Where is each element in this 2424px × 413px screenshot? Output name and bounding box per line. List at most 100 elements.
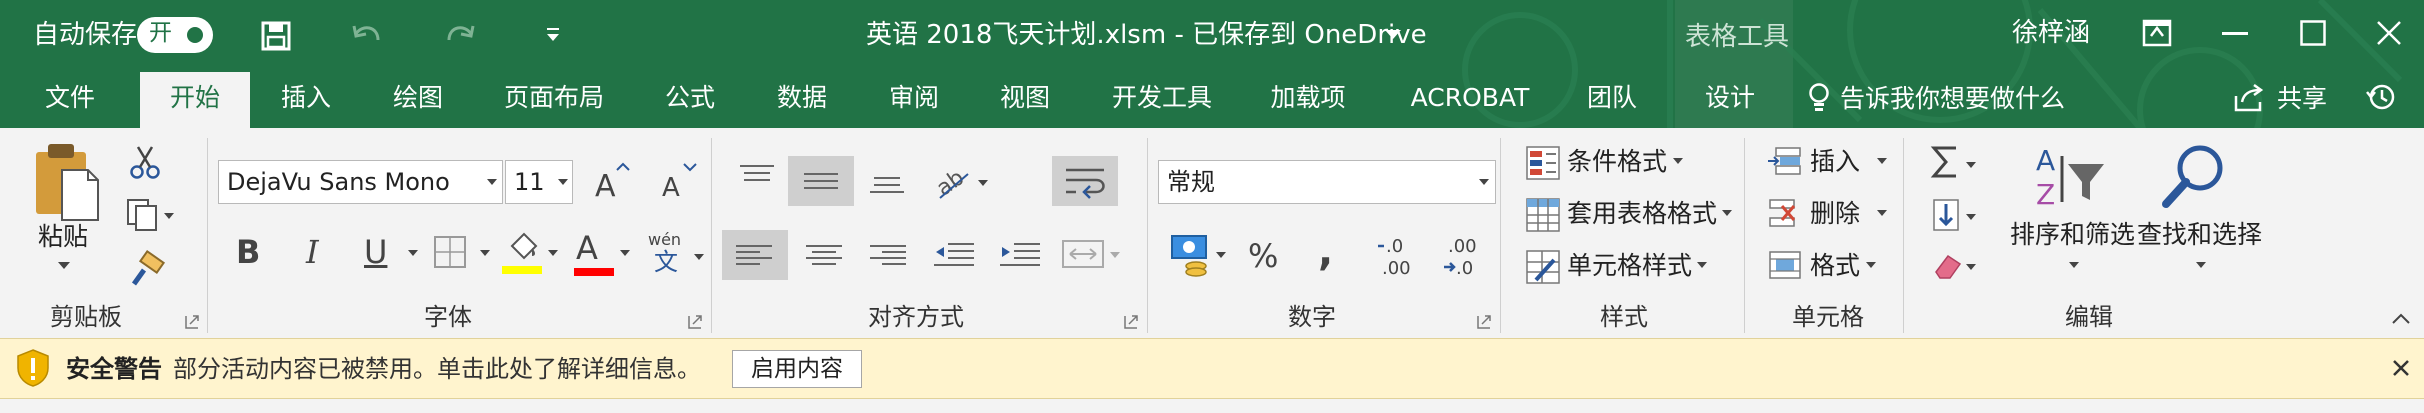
tab-home[interactable]: 开始 <box>140 72 250 128</box>
tab-formulas[interactable]: 公式 <box>650 68 730 128</box>
align-left-button[interactable] <box>722 230 788 280</box>
tell-me-search[interactable]: 告诉我你想要做什么 <box>1840 86 2065 111</box>
underline-chevron-down-icon[interactable] <box>408 250 418 257</box>
paste-label[interactable]: 粘贴 <box>38 224 88 249</box>
format-as-table-icon[interactable] <box>1526 198 1560 232</box>
cell-styles-chevron-down-icon[interactable] <box>1697 262 1707 269</box>
history-icon[interactable] <box>2366 82 2396 112</box>
bold-button[interactable]: B <box>236 236 260 268</box>
undo-icon[interactable] <box>352 22 382 50</box>
customize-toolbar-icon[interactable] <box>545 28 561 42</box>
tab-team[interactable]: 团队 <box>1572 68 1652 128</box>
title-chevron-down-icon[interactable] <box>1385 30 1401 40</box>
collapse-ribbon-chevron-up-icon[interactable] <box>2392 312 2410 324</box>
autosum-icon[interactable] <box>1930 146 1982 180</box>
save-icon[interactable] <box>261 21 291 51</box>
increase-decimal-icon[interactable]: .0 .00 <box>1376 234 1420 279</box>
fill-color-icon[interactable] <box>502 230 562 278</box>
font-size-combobox[interactable]: 11 <box>505 160 573 204</box>
find-select-chevron-down-icon[interactable] <box>2196 262 2206 269</box>
phonetic-guide-button[interactable]: wén 文 <box>646 232 706 280</box>
decrease-indent-icon[interactable] <box>934 242 974 268</box>
percent-style-button[interactable]: % <box>1248 240 1278 272</box>
share-label[interactable]: 共享 <box>2277 86 2327 111</box>
enable-content-button[interactable]: 启用内容 <box>732 350 862 388</box>
autosave-toggle[interactable]: 开 <box>137 17 213 53</box>
decrease-font-size-icon[interactable]: A <box>660 162 697 203</box>
bottom-align-icon[interactable] <box>870 174 904 194</box>
sort-filter-label[interactable]: 排序和筛选 <box>2010 222 2135 247</box>
alignment-dialog-launcher-icon[interactable] <box>1124 315 1138 329</box>
format-cells-icon[interactable] <box>1768 250 1802 280</box>
table-chevron-down-icon[interactable] <box>1722 210 1732 217</box>
conditional-formatting-icon[interactable] <box>1526 146 1560 180</box>
conditional-chevron-down-icon[interactable] <box>1673 158 1683 165</box>
cut-icon[interactable] <box>130 146 160 180</box>
user-name[interactable]: 徐梓涵 <box>2012 20 2090 46</box>
tab-review[interactable]: 审阅 <box>874 68 954 128</box>
tab-insert[interactable]: 插入 <box>266 68 346 128</box>
increase-indent-icon[interactable] <box>1000 242 1040 268</box>
tab-addins[interactable]: 加载项 <box>1260 68 1356 128</box>
find-select-icon[interactable] <box>2160 142 2230 212</box>
redo-icon[interactable] <box>445 22 475 50</box>
phonetic-chevron-down-icon[interactable] <box>694 254 704 261</box>
insert-cells-label[interactable]: 插入 <box>1810 149 1860 174</box>
close-warning-icon[interactable] <box>2392 359 2410 377</box>
minimize-icon[interactable] <box>2222 32 2248 36</box>
font-name-chevron-down-icon[interactable] <box>487 179 497 186</box>
borders-icon[interactable] <box>434 236 494 270</box>
paste-icon[interactable] <box>32 142 102 222</box>
fill-icon[interactable] <box>1932 198 1982 234</box>
tab-acrobat[interactable]: ACROBAT <box>1400 68 1540 128</box>
tab-design[interactable]: 设计 <box>1690 68 1770 128</box>
delete-cells-label[interactable]: 删除 <box>1810 201 1860 226</box>
cell-styles-icon[interactable] <box>1526 250 1560 284</box>
font-name-combobox[interactable]: DejaVu Sans Mono <box>218 160 503 204</box>
tab-view[interactable]: 视图 <box>985 68 1065 128</box>
increase-font-size-icon[interactable]: A <box>593 162 630 204</box>
tab-developer[interactable]: 开发工具 <box>1104 68 1220 128</box>
tab-file[interactable]: 文件 <box>30 68 110 128</box>
number-format-combobox[interactable]: 常规 <box>1158 160 1496 204</box>
tab-page-layout[interactable]: 页面布局 <box>496 68 612 128</box>
font-size-chevron-down-icon[interactable] <box>558 179 568 186</box>
format-chevron-down-icon[interactable] <box>1866 262 1876 269</box>
ribbon-display-options-icon[interactable] <box>2142 19 2172 47</box>
copy-icon[interactable] <box>126 198 176 232</box>
share-icon[interactable] <box>2234 83 2266 112</box>
underline-button[interactable]: U <box>364 236 387 268</box>
orientation-icon[interactable]: ab <box>932 162 994 202</box>
clear-icon[interactable] <box>1932 248 1982 282</box>
warning-message-link[interactable]: 部分活动内容已被禁用。单击此处了解详细信息。 <box>173 357 701 381</box>
cell-styles-label[interactable]: 单元格样式 <box>1567 253 1692 278</box>
insert-cells-icon[interactable] <box>1768 146 1802 176</box>
format-as-table-label[interactable]: 套用表格格式 <box>1567 201 1717 226</box>
italic-button[interactable]: I <box>306 236 319 268</box>
wrap-text-button[interactable] <box>1052 156 1118 206</box>
close-icon[interactable] <box>2376 20 2402 46</box>
conditional-formatting-label[interactable]: 条件格式 <box>1567 149 1667 174</box>
number-format-chevron-down-icon[interactable] <box>1479 179 1489 186</box>
delete-chevron-down-icon[interactable] <box>1877 210 1887 217</box>
find-select-label[interactable]: 查找和选择 <box>2137 222 2262 247</box>
insert-chevron-down-icon[interactable] <box>1877 158 1887 165</box>
font-color-button[interactable]: A <box>574 232 634 280</box>
format-cells-label[interactable]: 格式 <box>1810 253 1860 278</box>
align-center-icon[interactable] <box>806 244 842 266</box>
tab-draw[interactable]: 绘图 <box>378 68 458 128</box>
format-painter-icon[interactable] <box>130 249 166 288</box>
clipboard-dialog-launcher-icon[interactable] <box>185 315 199 329</box>
font-dialog-launcher-icon[interactable] <box>688 315 702 329</box>
accounting-format-icon[interactable] <box>1170 234 1230 280</box>
decrease-decimal-icon[interactable]: .00 .0 <box>1442 234 1486 279</box>
top-align-icon[interactable] <box>740 164 774 184</box>
font-color-chevron-down-icon[interactable] <box>620 250 630 257</box>
align-right-icon[interactable] <box>870 244 906 266</box>
sort-filter-chevron-down-icon[interactable] <box>2069 262 2079 269</box>
comma-style-button[interactable]: , <box>1318 232 1333 272</box>
tab-data[interactable]: 数据 <box>762 68 842 128</box>
sort-filter-icon[interactable]: A Z <box>2034 144 2114 211</box>
merge-center-icon[interactable] <box>1062 240 1122 270</box>
paste-chevron-down-icon[interactable] <box>58 262 70 270</box>
